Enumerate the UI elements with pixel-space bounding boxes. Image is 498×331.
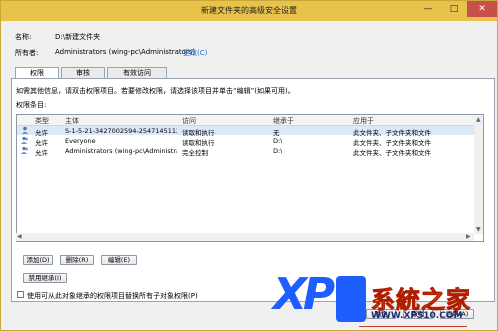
row-inherited-from: D:\ — [273, 137, 283, 145]
edit-button[interactable]: 编辑(E) — [101, 255, 137, 265]
scroll-left-icon[interactable]: ◀ — [17, 233, 22, 240]
group-icon — [21, 146, 28, 154]
maximize-button[interactable]: □ — [441, 1, 467, 17]
replace-child-permissions-checkbox[interactable] — [17, 291, 24, 298]
scroll-right-icon[interactable]: ▶ — [466, 233, 471, 240]
permission-entries-table: 类型 主体 访问 继承于 应用于 允许 S-1-5-21-3427002594-… — [16, 114, 484, 242]
title-bar: 新建文件夹的高级安全设置 — □ ✕ — [1, 1, 497, 21]
close-button[interactable]: ✕ — [467, 1, 497, 17]
row-principal: S-1-5-21-3427002594-2547145112-3... — [65, 127, 177, 135]
watermark-logo-bar — [336, 276, 366, 322]
column-header-applies-to[interactable]: 应用于 — [353, 116, 374, 126]
table-row[interactable]: 允许 Administrators (wing-pc\Administrat..… — [17, 146, 483, 157]
row-access: 完全控制 — [182, 149, 208, 157]
column-header-inherited-from[interactable]: 继承于 — [273, 116, 294, 126]
name-label: 名称: — [15, 33, 32, 41]
watermark-title: 系統之家 — [371, 286, 471, 315]
table-row[interactable]: 允许 S-1-5-21-3427002594-2547145112-3... 读… — [17, 126, 483, 137]
horizontal-scrollbar[interactable]: ◀ ▶ — [16, 233, 474, 241]
panel-hint: 如需其他信息，请双击权限项目。若要修改权限，请选择该项目并单击“编辑”(如果可用… — [16, 87, 295, 95]
watermark-logo: XP — [273, 269, 335, 320]
table-row[interactable]: 允许 Everyone 读取和执行 D:\ 此文件夹、子文件夹和文件 — [17, 136, 483, 147]
watermark-url: WWW.XP510.COM — [371, 311, 463, 321]
vertical-scrollbar[interactable]: ▲ ▼ — [474, 116, 483, 234]
add-button[interactable]: 添加(D) — [23, 255, 53, 265]
highlight-underline — [359, 326, 467, 327]
row-inherited-from: D:\ — [273, 147, 283, 155]
column-header-type[interactable]: 类型 — [35, 116, 49, 126]
row-principal: Administrators (wing-pc\Administrat... — [65, 147, 177, 155]
replace-child-permissions-label: 使用可从此对象继承的权限项目替换所有子对象权限(P) — [27, 292, 198, 300]
group-icon — [21, 136, 28, 144]
owner-value: Administrators (wing-pc\Administrators) — [55, 48, 196, 56]
column-header-principal[interactable]: 主体 — [65, 116, 79, 126]
user-icon — [22, 126, 28, 134]
remove-button[interactable]: 删除(R) — [60, 255, 94, 265]
tab-effective-access[interactable]: 有效访问 — [107, 67, 167, 78]
scroll-up-icon[interactable]: ▲ — [476, 116, 481, 123]
scroll-down-icon[interactable]: ▼ — [476, 226, 481, 233]
table-header: 类型 主体 访问 继承于 应用于 — [17, 115, 483, 126]
change-owner-link[interactable]: 更改(C) — [183, 48, 207, 58]
entries-label: 权限条目: — [16, 101, 47, 109]
tab-auditing[interactable]: 审核 — [61, 67, 105, 78]
name-value: D:\新建文件夹 — [55, 33, 101, 41]
security-settings-window: 新建文件夹的高级安全设置 — □ ✕ 名称: D:\新建文件夹 所有者: Adm… — [0, 0, 498, 331]
column-header-access[interactable]: 访问 — [182, 116, 196, 126]
minimize-button[interactable]: — — [415, 1, 441, 17]
row-applies-to: 此文件夹、子文件夹和文件 — [353, 149, 431, 157]
row-type: 允许 — [35, 149, 48, 157]
owner-label: 所有者: — [15, 49, 39, 57]
row-principal: Everyone — [65, 137, 96, 145]
disable-inheritance-button[interactable]: 禁用继承(I) — [23, 273, 67, 283]
